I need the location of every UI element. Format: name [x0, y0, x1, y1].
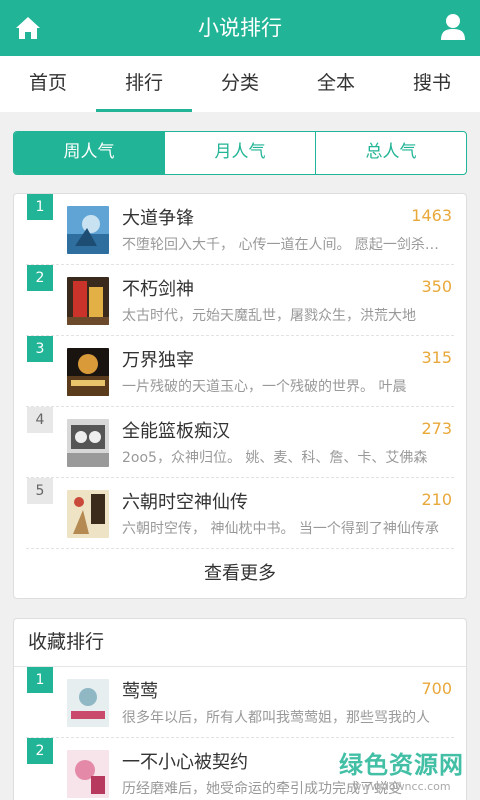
watermark-url: www.downcc.com	[352, 780, 451, 793]
rank-badge: 3	[27, 336, 53, 362]
book-title: 莺莺	[122, 681, 158, 702]
rank-badge: 2	[27, 738, 53, 764]
book-title: 六朝时空神仙传	[122, 492, 248, 513]
popularity-count: 700	[421, 679, 452, 698]
tab-search[interactable]: 搜书	[384, 56, 480, 112]
tab-category[interactable]: 分类	[192, 56, 288, 112]
book-title: 一不小心被契约	[122, 752, 248, 773]
tab-complete[interactable]: 全本	[288, 56, 384, 112]
rank-badge: 2	[27, 265, 53, 291]
page-title: 小说排行	[198, 16, 282, 40]
book-description: 太古时代，元始天魔乱世，屠戮众生，洪荒大地	[122, 308, 416, 324]
rank-badge: 4	[27, 407, 53, 433]
rank-badge: 5	[27, 478, 53, 504]
popular-ranking-card: 1 大道争锋 1463 不堕轮回入大千， 心传一道在人间。 愿起一剑杀万劫 2 …	[13, 193, 467, 599]
segment-total[interactable]: 总人气	[315, 132, 466, 174]
book-title: 全能篮板痴汉	[122, 421, 230, 442]
view-more-button[interactable]: 查看更多	[14, 549, 466, 598]
book-cover	[67, 750, 109, 798]
list-item[interactable]: 1 大道争锋 1463 不堕轮回入大千， 心传一道在人间。 愿起一剑杀万劫	[26, 194, 454, 265]
top-nav: 首页 排行 分类 全本 搜书	[0, 56, 480, 112]
list-item[interactable]: 4 全能篮板痴汉 273 2oo5，众神归位。 姚、麦、科、詹、卡、艾佛森	[26, 407, 454, 478]
book-description: 2oo5，众神归位。 姚、麦、科、詹、卡、艾佛森	[122, 450, 428, 466]
segment-weekly[interactable]: 周人气	[14, 132, 164, 174]
app-bar: 小说排行	[0, 0, 480, 56]
watermark-text: 绿色资源网	[339, 751, 464, 779]
book-description: 六朝时空传， 神仙枕中书。 当一个得到了神仙传承	[122, 521, 439, 537]
list-item[interactable]: 3 万界独宰 315 一片残破的天道玉心，一个残破的世界。 叶晨	[26, 336, 454, 407]
tab-ranking[interactable]: 排行	[96, 56, 192, 112]
segment-monthly[interactable]: 月人气	[164, 132, 315, 174]
user-icon[interactable]	[440, 13, 466, 41]
rank-badge: 1	[27, 667, 53, 693]
book-title: 不朽剑神	[122, 279, 194, 300]
book-cover	[67, 490, 109, 538]
watermark-logo: 绿色资源网 www.downcc.com	[339, 745, 464, 793]
popularity-count: 210	[421, 490, 452, 509]
popularity-count: 273	[421, 419, 452, 438]
popularity-count: 350	[421, 277, 452, 296]
list-item[interactable]: 1 莺莺 700 很多年以后，所有人都叫我莺莺姐，那些骂我的人	[26, 667, 454, 738]
list-item[interactable]: 5 六朝时空神仙传 210 六朝时空传， 神仙枕中书。 当一个得到了神仙传承	[26, 478, 454, 549]
tab-home[interactable]: 首页	[0, 56, 96, 112]
book-description: 不堕轮回入大千， 心传一道在人间。 愿起一剑杀万劫	[122, 237, 452, 253]
book-cover	[67, 206, 109, 254]
book-cover	[67, 348, 109, 396]
section-title: 收藏排行	[14, 619, 466, 667]
popularity-count: 315	[421, 348, 452, 367]
book-title: 万界独宰	[122, 350, 194, 371]
book-cover	[67, 277, 109, 325]
book-cover	[67, 419, 109, 467]
rank-badge: 1	[27, 194, 53, 220]
book-description: 一片残破的天道玉心，一个残破的世界。 叶晨	[122, 379, 407, 395]
list-item[interactable]: 2 不朽剑神 350 太古时代，元始天魔乱世，屠戮众生，洪荒大地	[26, 265, 454, 336]
period-segment: 周人气 月人气 总人气	[13, 131, 467, 175]
book-description: 很多年以后，所有人都叫我莺莺姐，那些骂我的人	[122, 710, 430, 726]
popularity-count: 1463	[411, 206, 452, 225]
book-cover	[67, 679, 109, 727]
book-title: 大道争锋	[122, 208, 194, 229]
